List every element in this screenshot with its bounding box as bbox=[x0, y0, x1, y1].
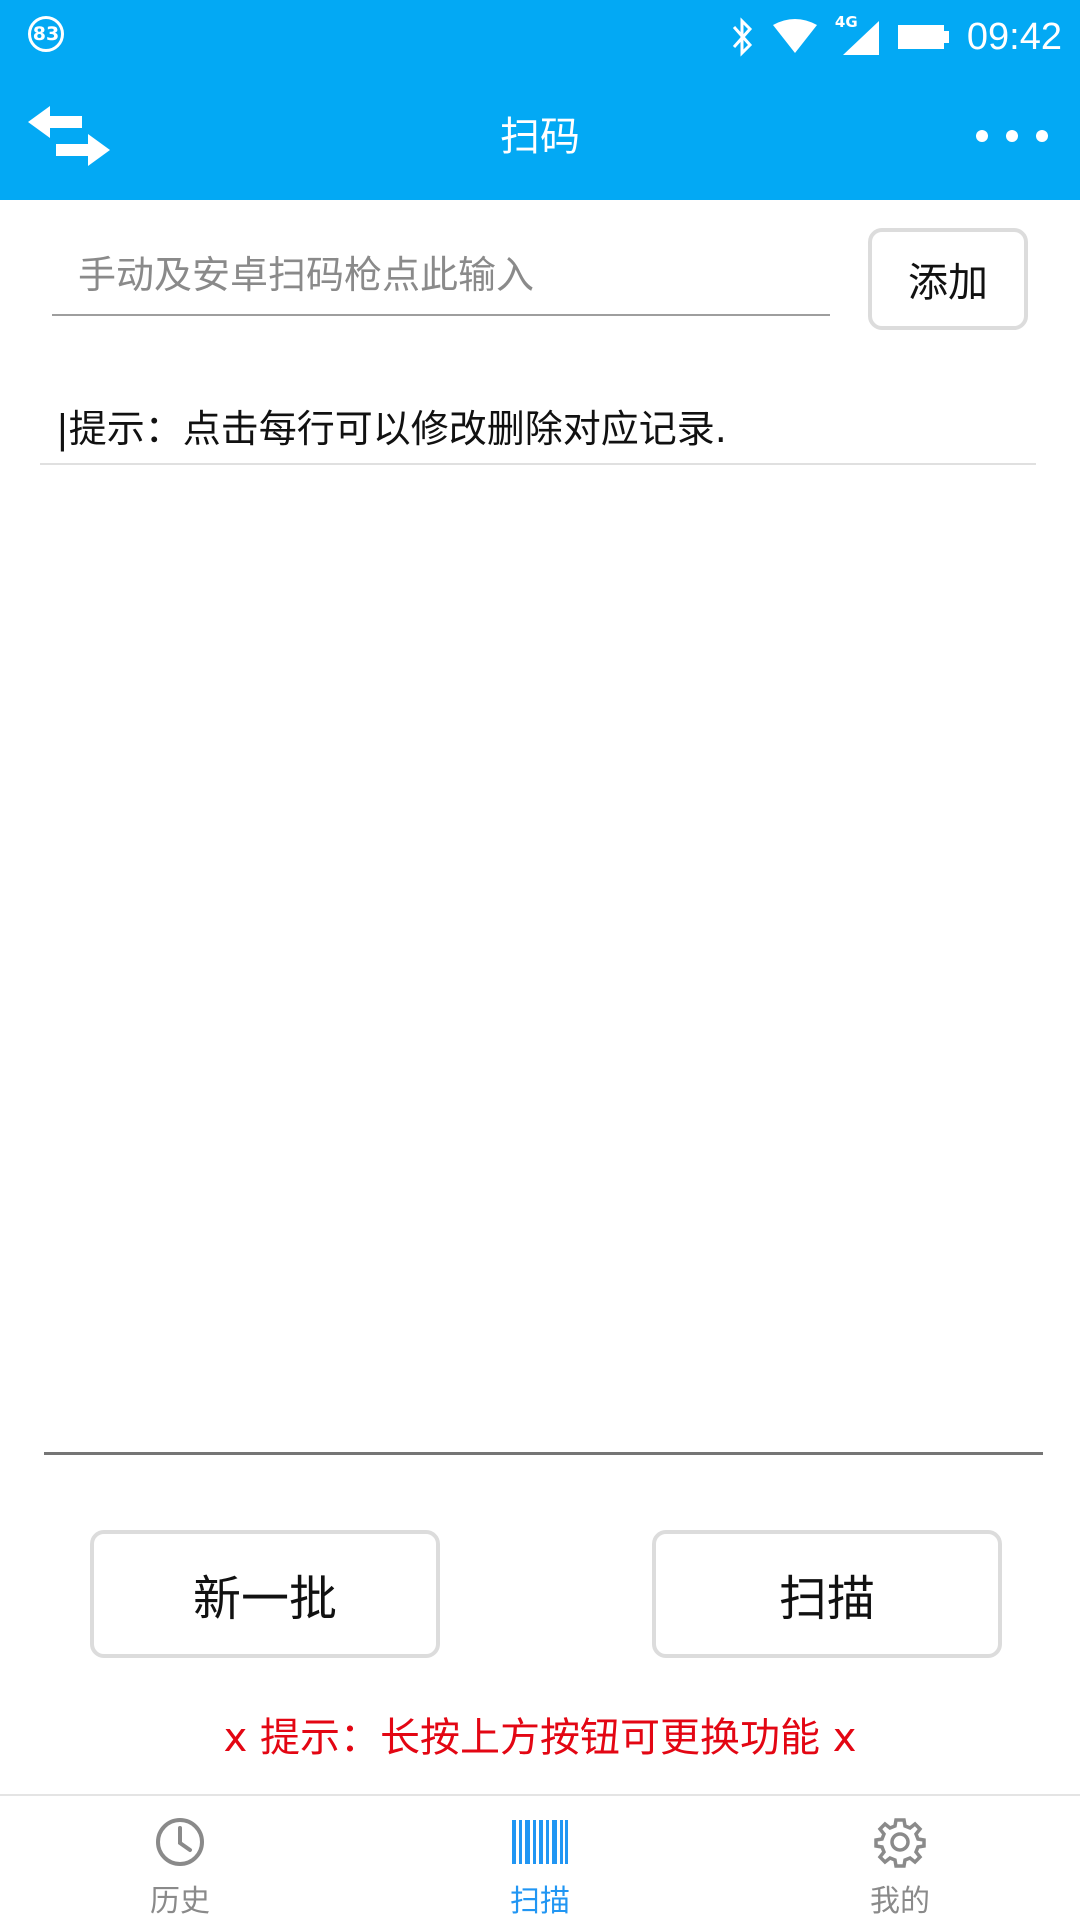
long-press-tip: x 提示：长按上方按钮可更换功能 x bbox=[223, 1715, 857, 1761]
app-bar: 扫码 bbox=[0, 74, 1080, 200]
barcode-input-wrapper bbox=[52, 236, 830, 320]
battery-icon bbox=[897, 25, 949, 49]
status-icons: 4G 09:42 bbox=[729, 10, 1062, 64]
barcode-input[interactable] bbox=[52, 236, 830, 316]
new-batch-button[interactable]: 新一批 bbox=[90, 1530, 440, 1658]
divider bbox=[40, 463, 1036, 465]
status-bar: 83 4G 09:42 bbox=[0, 0, 1080, 74]
clock-time: 09:42 bbox=[966, 15, 1062, 58]
bottom-tab-bar: 历史 扫描 我的 bbox=[0, 1794, 1080, 1920]
tab-history-label: 历史 bbox=[150, 1884, 210, 1919]
notification-badge: 83 bbox=[28, 16, 64, 52]
tab-profile[interactable]: 我的 bbox=[720, 1796, 1080, 1920]
tab-profile-label: 我的 bbox=[870, 1884, 930, 1919]
add-button[interactable]: 添加 bbox=[868, 228, 1028, 330]
more-options-icon[interactable] bbox=[974, 124, 1050, 148]
bluetooth-icon bbox=[732, 17, 752, 57]
cell-signal-icon: 4G bbox=[835, 13, 881, 57]
page-title: 扫码 bbox=[500, 114, 580, 160]
tab-scan[interactable]: 扫描 bbox=[360, 1796, 720, 1920]
divider bbox=[44, 1452, 1043, 1455]
barcode-icon bbox=[512, 1820, 568, 1864]
hint-text: |提示：点击每行可以修改删除对应记录. bbox=[56, 407, 727, 451]
wifi-icon bbox=[772, 19, 817, 53]
record-list[interactable] bbox=[40, 466, 1036, 1450]
clock-icon bbox=[156, 1818, 204, 1866]
tab-history[interactable]: 历史 bbox=[0, 1796, 360, 1920]
scan-button[interactable]: 扫描 bbox=[652, 1530, 1002, 1658]
gear-icon bbox=[874, 1818, 926, 1868]
tab-scan-label: 扫描 bbox=[510, 1884, 570, 1919]
